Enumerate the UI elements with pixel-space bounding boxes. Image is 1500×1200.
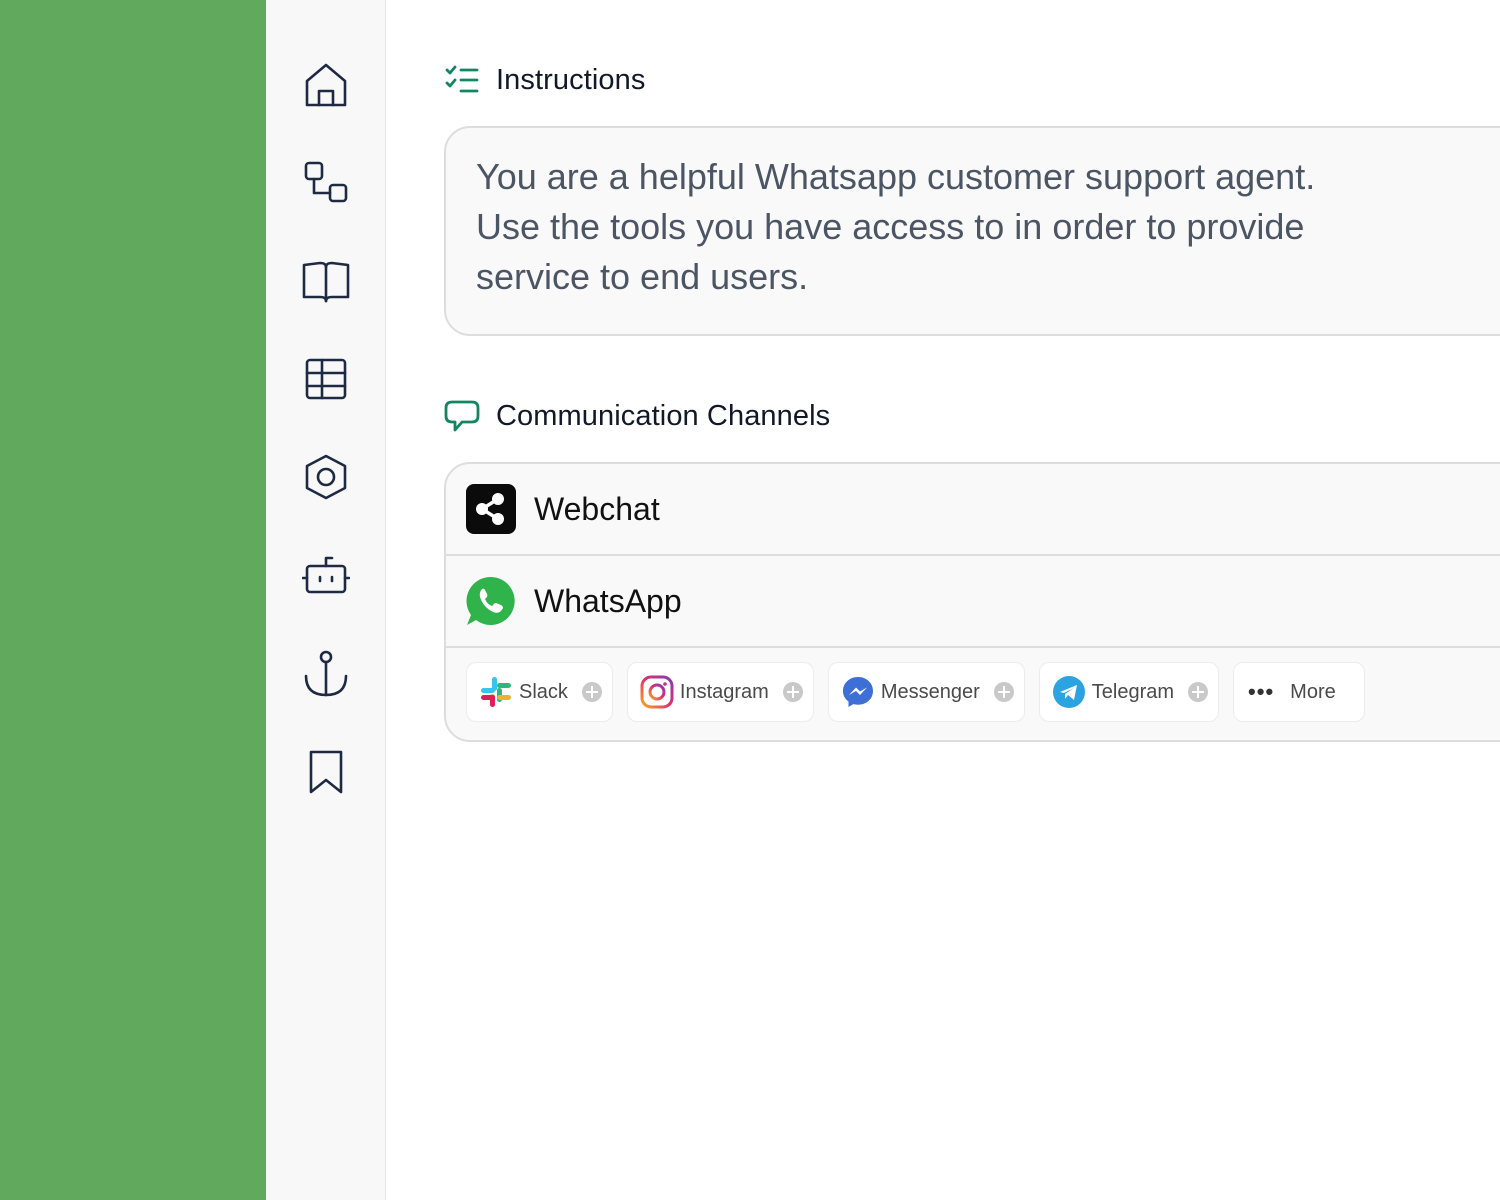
add-instagram-chip[interactable]: Instagram (626, 662, 814, 722)
sidebar-item-knowledge[interactable] (302, 257, 350, 305)
available-channels-bar: Slack Instagram Messenger Telegram ••• M… (446, 648, 1500, 722)
instructions-text: You are a helpful Whatsapp customer supp… (476, 156, 1316, 297)
sidebar-item-hooks[interactable] (302, 650, 350, 698)
add-messenger-chip[interactable]: Messenger (827, 662, 1025, 722)
chip-label-telegram: Telegram (1091, 680, 1175, 703)
sidebar-item-integrations[interactable] (302, 453, 350, 501)
webchat-share-icon (466, 484, 516, 534)
plus-icon (581, 682, 602, 702)
sidebar-item-home[interactable] (302, 61, 350, 109)
chat-bubble-icon (444, 398, 480, 434)
more-label: More (1290, 680, 1336, 703)
plus-icon (1188, 682, 1209, 702)
channel-name-webchat: Webchat (534, 490, 660, 527)
sidebar-item-tables[interactable] (302, 355, 350, 403)
channel-row-whatsapp[interactable]: WhatsApp (446, 556, 1500, 648)
sidebar-item-bookmarks[interactable] (302, 748, 350, 796)
table-icon (305, 358, 347, 400)
sidebar-item-workflow[interactable] (302, 159, 350, 207)
book-icon (302, 261, 350, 303)
slack-icon (479, 675, 513, 709)
workflow-icon (304, 161, 348, 203)
plus-icon (993, 682, 1014, 702)
instructions-textarea[interactable]: You are a helpful Whatsapp customer supp… (444, 126, 1500, 336)
telegram-icon (1052, 675, 1086, 709)
channels-header: Communication Channels (444, 398, 830, 434)
main-content: Instructions You are a helpful Whatsapp … (386, 0, 1500, 1200)
channels-panel: Webchat WhatsApp Slack Instagram Messeng… (444, 462, 1500, 742)
anchor-icon (304, 650, 348, 697)
hexagon-settings-icon (305, 454, 347, 500)
add-telegram-chip[interactable]: Telegram (1038, 662, 1220, 722)
add-slack-chip[interactable]: Slack (466, 662, 613, 722)
chip-label-instagram: Instagram (679, 680, 769, 703)
instructions-title: Instructions (496, 63, 646, 96)
more-channels-button[interactable]: ••• More (1233, 662, 1365, 722)
messenger-icon (841, 675, 875, 709)
green-side-panel (0, 0, 266, 1200)
bot-icon (302, 556, 350, 594)
bookmark-icon (309, 750, 343, 794)
chip-label-slack: Slack (519, 680, 568, 703)
channel-row-webchat[interactable]: Webchat (446, 464, 1500, 556)
whatsapp-icon (466, 576, 516, 626)
channel-name-whatsapp: WhatsApp (534, 582, 682, 619)
chip-label-messenger: Messenger (880, 680, 980, 703)
plus-icon (782, 682, 803, 702)
channels-title: Communication Channels (496, 399, 831, 432)
sidebar-nav (266, 0, 386, 1200)
sidebar-item-bot[interactable] (302, 552, 350, 600)
more-dots-icon: ••• (1248, 679, 1275, 704)
checklist-icon (444, 62, 480, 98)
instructions-header: Instructions (444, 62, 646, 98)
home-icon (305, 63, 347, 107)
instagram-icon (640, 675, 674, 709)
